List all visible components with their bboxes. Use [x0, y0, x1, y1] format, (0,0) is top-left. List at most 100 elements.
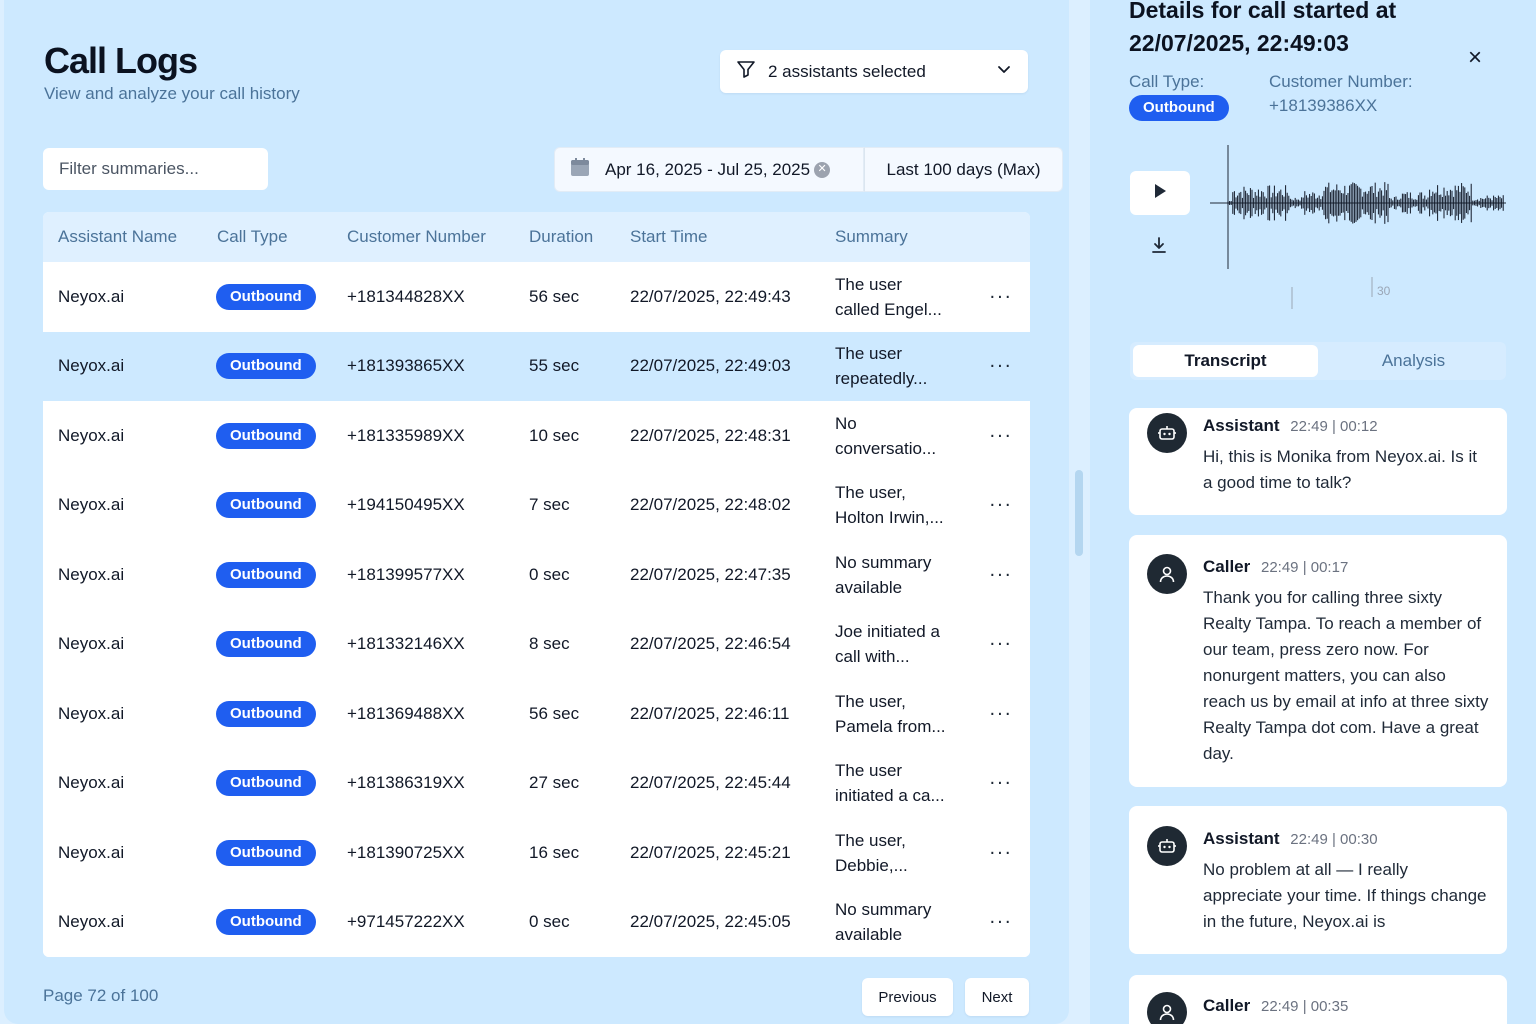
page-title: Call Logs [44, 40, 198, 81]
range-preset-button[interactable]: Last 100 days (Max) [864, 147, 1063, 192]
more-options-icon[interactable]: ··· [989, 772, 1012, 795]
table-row[interactable]: Neyox.ai +181344828XX 56 sec 22/07/2025, 22… [43, 262, 1030, 332]
message-timestamp: 22:49 | 00:30 [1290, 831, 1378, 848]
message-timestamp: 22:49 | 00:35 [1260, 998, 1349, 1015]
column-header-summary: Summary [835, 227, 908, 246]
column-header-customer-number: Customer Number [347, 227, 486, 246]
summary-line: The user, [835, 691, 906, 711]
assistant-name-cell: Neyox.ai [58, 842, 125, 862]
start-time-cell: 22/07/2025, 22:47:35 [630, 564, 791, 584]
start-time-cell: 22/07/2025, 22:48:02 [630, 495, 791, 515]
more-options-icon[interactable]: ··· [989, 633, 1012, 656]
summary-line: The user [835, 761, 903, 781]
summary-line: available [835, 577, 903, 597]
table-row[interactable]: Neyox.ai +181399577XX 0 sec 22/07/2025, 22:… [43, 540, 1030, 610]
call-type-cell: Outbound [216, 561, 316, 588]
clear-icon[interactable]: ✕ [814, 161, 831, 178]
call-type-cell: Outbound [216, 353, 316, 380]
tab-analysis[interactable]: Analysis [1321, 342, 1506, 380]
summary-line: available [835, 925, 903, 945]
summary-line: repeatedly... [835, 369, 928, 389]
message-header: Assistant 22:49 | 00:12 [1203, 416, 1378, 436]
call-type-badge: Outbound [216, 700, 316, 727]
start-time-cell: 22/07/2025, 22:46:54 [630, 634, 791, 654]
call-type-cell: Outbound [216, 839, 316, 866]
call-details-panel: Details for call started at 22/07/2025, … [1090, 0, 1536, 1024]
message-text: Hi, this is Monika from Neyox.ai. Is it … [1203, 447, 1477, 492]
duration-cell: 55 sec [529, 356, 580, 376]
table-row[interactable]: Neyox.ai +181390725XX 16 sec 22/07/2025, 22… [43, 818, 1030, 888]
customer-number-cell: +181332146XX [347, 634, 465, 654]
summary-line: No [835, 413, 857, 433]
table-row[interactable]: Neyox.ai +181335989XX 10 sec 22/07/2025, 22… [43, 401, 1030, 471]
message-timestamp: 22:49 | 00:17 [1260, 559, 1349, 576]
panel-divider-scrollbar[interactable] [1075, 470, 1083, 556]
more-options-icon[interactable]: ··· [989, 355, 1012, 378]
duration-cell: 56 sec [529, 703, 580, 723]
summary-line: The user [835, 274, 903, 294]
call-type-badge: Outbound [216, 770, 316, 797]
date-range-picker[interactable]: Apr 16, 2025 - Jul 25, 2025 ✕ [554, 147, 864, 192]
duration-cell: 0 sec [529, 564, 570, 584]
tab-transcript[interactable]: Transcript [1133, 345, 1318, 377]
assistant-filter-dropdown[interactable]: 2 assistants selected [720, 50, 1028, 93]
table-row[interactable]: Neyox.ai +181332146XX 8 sec 22/07/2025, 22:… [43, 609, 1030, 679]
more-options-icon[interactable]: ··· [989, 424, 1012, 447]
user-icon [1147, 992, 1187, 1024]
table-row[interactable]: Neyox.ai +181393865XX 55 sec 22/07/2025, 22… [43, 331, 1030, 401]
audio-waveform[interactable]: 30 [1210, 145, 1510, 315]
summary-cell: The user initiated a ca... [835, 758, 965, 808]
calendar-icon [569, 156, 591, 183]
duration-cell: 16 sec [529, 842, 580, 862]
date-range-label: Apr 16, 2025 - Jul 25, 2025 [605, 159, 811, 179]
summary-line: The user, [835, 830, 906, 850]
call-type-badge: Outbound [216, 422, 316, 449]
table-row[interactable]: Neyox.ai +181386319XX 27 sec 22/07/2025, 22… [43, 748, 1030, 818]
call-type-label: Call Type: [1129, 72, 1205, 91]
table-row[interactable]: Neyox.ai +971457222XX 0 sec 22/07/2025, 22:… [43, 887, 1030, 957]
funnel-icon [736, 59, 756, 84]
next-page-button[interactable]: Next [965, 978, 1029, 1016]
call-type-cell: Outbound [216, 909, 316, 936]
more-options-icon[interactable]: ··· [989, 702, 1012, 725]
customer-number-cell: +181390725XX [347, 842, 465, 862]
summary-line: Holton Irwin,... [835, 508, 944, 528]
more-options-icon[interactable]: ··· [989, 494, 1012, 517]
duration-cell: 56 sec [529, 286, 580, 306]
more-options-icon[interactable]: ··· [989, 285, 1012, 308]
download-icon[interactable] [1150, 236, 1168, 259]
details-tabs: Transcript Analysis [1130, 342, 1506, 380]
message-header: Assistant 22:49 | 00:30 [1203, 829, 1378, 849]
page-subtitle: View and analyze your call history [44, 84, 300, 103]
play-button[interactable] [1130, 171, 1190, 215]
summary-cell: The user repeatedly... [835, 341, 965, 391]
call-type-value: Outbound [1129, 95, 1229, 121]
call-logs-panel: Call Logs View and analyze your call his… [4, 0, 1069, 1024]
robot-icon [1147, 413, 1187, 453]
table-row[interactable]: Neyox.ai +181369488XX 56 sec 22/07/2025, 22… [43, 679, 1030, 749]
summary-cell: The user, Holton Irwin,... [835, 480, 965, 530]
more-options-icon[interactable]: ··· [989, 841, 1012, 864]
call-type-cell: Outbound [216, 283, 316, 310]
close-icon[interactable]: × [1468, 44, 1482, 72]
call-type-badge: Outbound [216, 353, 316, 380]
user-icon [1147, 554, 1187, 594]
start-time-cell: 22/07/2025, 22:49:03 [630, 356, 791, 376]
more-options-icon[interactable]: ··· [989, 911, 1012, 934]
more-options-icon[interactable]: ··· [989, 563, 1012, 586]
customer-number-cell: +181344828XX [347, 286, 465, 306]
summary-filter-input[interactable] [43, 148, 268, 190]
call-logs-table: Assistant Name Call Type Customer Number… [43, 212, 1030, 957]
play-icon [1153, 183, 1167, 204]
duration-cell: 8 sec [529, 634, 570, 654]
column-header-call-type: Call Type [217, 227, 288, 246]
table-row[interactable]: Neyox.ai +194150495XX 7 sec 22/07/2025, 22:… [43, 470, 1030, 540]
previous-page-button[interactable]: Previous [862, 978, 953, 1016]
assistant-name-cell: Neyox.ai [58, 773, 125, 793]
start-time-cell: 22/07/2025, 22:48:31 [630, 425, 791, 445]
table-header: Assistant Name Call Type Customer Number… [43, 212, 1030, 262]
summary-line: initiated a ca... [835, 786, 945, 806]
message-role: Caller [1203, 557, 1251, 576]
start-time-cell: 22/07/2025, 22:46:11 [630, 703, 790, 723]
message-header: Caller 22:49 | 00:35 [1203, 996, 1348, 1016]
